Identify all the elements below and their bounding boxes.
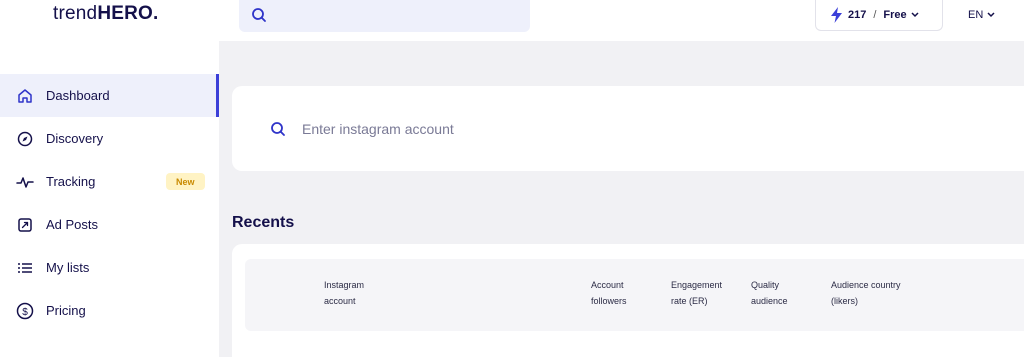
column-header-line: Engagement [671,280,723,290]
recents-card: Instagram account Account followers Enga… [232,244,1024,357]
brand-logo-dot: . [153,3,159,24]
compass-icon [16,130,34,148]
recents-title: Recents [232,214,295,231]
column-header-instagram-account[interactable]: Instagram account [324,277,404,309]
new-badge: New [166,173,205,190]
credits-plan-dropdown[interactable]: 217 / Free [815,0,943,31]
chevron-down-icon [987,12,995,18]
sidebar-item-tracking[interactable]: Tracking New [0,160,219,203]
sidebar-item-my-lists[interactable]: My lists [0,246,219,289]
sidebar-item-label: Dashboard [46,88,110,103]
sidebar-item-ad-posts[interactable]: Ad Posts [0,203,219,246]
sidebar-item-label: Pricing [46,303,86,318]
sidebar-item-label: Discovery [46,131,104,146]
sidebar-item-label: My lists [46,260,90,275]
credits-separator: / [873,9,877,21]
column-header-quality-audience[interactable]: Quality audience [751,277,831,309]
column-header-line: followers [591,296,627,306]
sidebar-item-label: Ad Posts [46,217,99,232]
column-header-audience-country[interactable]: Audience country (likers) [831,277,931,309]
column-header-line: Instagram [324,280,365,290]
column-header-line: Quality [751,280,780,290]
sidebar-item-pricing[interactable]: $ Pricing [0,289,219,332]
credits-count: 217 [848,9,867,21]
svg-text:$: $ [22,307,28,318]
lightning-icon [831,7,842,23]
chevron-down-icon [911,12,919,18]
sidebar-item-dashboard[interactable]: Dashboard [0,74,219,117]
home-icon [16,87,34,105]
dollar-icon: $ [16,302,34,320]
language-label: EN [968,9,984,21]
sidebar-item-discovery[interactable]: Discovery [0,117,219,160]
ad-icon [16,216,34,234]
column-header-line: (likers) [831,296,858,306]
column-header-line: Audience country [831,280,901,290]
column-header-line: Account [591,280,624,290]
column-header-line: rate (ER) [671,296,708,306]
column-header-line: audience [751,296,788,306]
sidebar-item-label: Tracking [46,174,96,189]
recents-table-header: Instagram account Account followers Enga… [245,259,1024,331]
sidebar: Dashboard Discovery Tracking New Ad Post… [0,41,219,357]
top-bar: trendHERO. 217 / Free EN [0,0,1024,41]
account-search-card [232,86,1024,171]
plan-name: Free [883,9,907,21]
column-header-engagement-rate[interactable]: Engagement rate (ER) [671,277,751,309]
brand-logo-bold: HERO [97,3,154,24]
instagram-account-search-input[interactable] [302,120,702,137]
search-icon [252,8,266,22]
column-header-account-followers[interactable]: Account followers [591,277,671,309]
activity-icon [16,173,34,191]
brand-logo[interactable]: trendHERO. [53,3,159,25]
brand-logo-light: trend [53,3,98,24]
list-icon [16,259,34,277]
column-header-line: account [324,296,356,306]
top-search-bar[interactable] [239,0,530,32]
language-selector[interactable]: EN [968,9,995,21]
search-icon [271,121,285,136]
